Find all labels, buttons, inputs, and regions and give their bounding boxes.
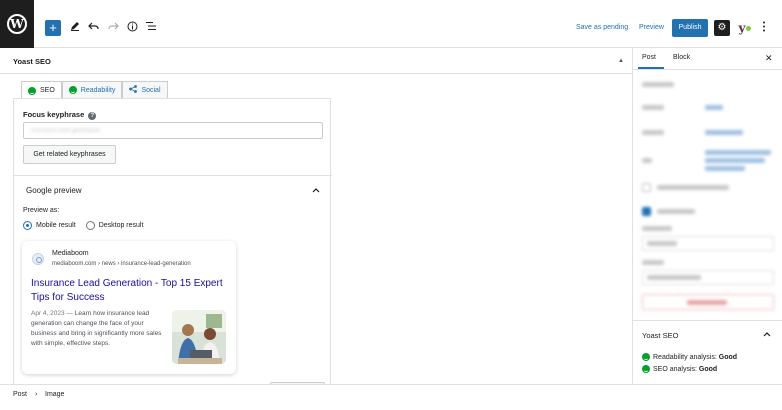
serp-url: mediaboom.com › news › insurance-lead-ge… (52, 261, 191, 267)
breadcrumb: Post › Image (0, 384, 782, 410)
focus-keyphrase-label: Focus keyphrase? (23, 110, 97, 120)
preview-mode-radios: Mobile result Desktop result (23, 221, 153, 230)
radio-mobile[interactable] (23, 221, 32, 230)
seo-tab-panel: Focus keyphrase? insurance lead generati… (13, 98, 332, 390)
close-icon[interactable]: ✕ (765, 53, 773, 64)
breadcrumb-item-image[interactable]: Image (45, 391, 64, 398)
tools-pencil-icon[interactable] (70, 19, 80, 33)
add-block-button[interactable]: + (45, 20, 61, 36)
analysis-value: Good (718, 353, 738, 361)
desktop-result-option[interactable]: Desktop result (85, 221, 144, 230)
google-preview-title[interactable]: Google preview (26, 186, 82, 195)
analysis-label: Readability analysis: (653, 353, 717, 361)
serp-date: Apr 4, 2023 (31, 310, 65, 317)
preview-link[interactable]: Preview (639, 24, 664, 31)
smile-icon (642, 353, 650, 361)
list-view-icon[interactable] (146, 19, 157, 33)
tab-readability[interactable]: Readability (61, 81, 123, 98)
active-tab-indicator (638, 67, 664, 69)
google-serp-preview[interactable]: Mediaboom mediaboom.com › news › insuran… (22, 241, 236, 374)
wordpress-icon: W (7, 14, 27, 34)
sidebar-yoast-panel: Yoast SEO Readability analysis: Good SEO… (633, 320, 782, 384)
radio-label: Mobile result (36, 222, 76, 229)
yoast-toolbar-button[interactable]: y (737, 20, 753, 36)
publish-button[interactable]: Publish (672, 19, 708, 37)
breadcrumb-separator: › (35, 391, 38, 398)
focus-keyphrase-text: Focus keyphrase (23, 110, 85, 119)
tab-seo[interactable]: SEO (21, 81, 62, 99)
tab-label: Social (141, 86, 161, 94)
share-icon (129, 85, 138, 95)
serp-description[interactable]: Apr 4, 2023 — Learn how insurance lead g… (31, 309, 169, 349)
smile-icon (28, 86, 36, 95)
focus-keyphrase-value: insurance lead generation (31, 127, 101, 134)
serp-thumbnail-image (172, 310, 226, 364)
divider (14, 175, 332, 176)
tab-label: SEO (40, 87, 55, 94)
serp-title[interactable]: Insurance Lead Generation - Top 15 Exper… (31, 277, 226, 305)
yoast-metabox-title: Yoast SEO (13, 57, 51, 66)
smile-icon (642, 365, 650, 373)
save-as-pending-link[interactable]: Save as pending (576, 24, 628, 31)
tab-social[interactable]: Social (122, 81, 168, 98)
sidebar-tabs: Post Block ✕ (633, 48, 782, 70)
analysis-label: SEO analysis: (653, 365, 697, 373)
serp-dash: — (66, 310, 73, 317)
chevron-up-icon[interactable] (763, 329, 771, 339)
radio-desktop[interactable] (85, 221, 95, 230)
yoast-tabs: SEO Readability Social (21, 81, 168, 99)
tab-post[interactable]: Post (642, 54, 656, 61)
settings-gear-icon[interactable]: ⚙ (714, 20, 730, 36)
more-options-icon[interactable] (762, 19, 766, 33)
yoast-logo-icon: y (738, 21, 746, 35)
help-icon[interactable]: ? (88, 112, 97, 120)
redo-icon[interactable] (108, 19, 119, 33)
mobile-result-option[interactable]: Mobile result (23, 221, 76, 230)
collapse-caret-icon[interactable]: ▲ (618, 58, 624, 64)
focus-keyphrase-input[interactable]: insurance lead generation (23, 122, 323, 139)
smile-icon (68, 86, 77, 94)
site-favicon-icon (32, 253, 44, 265)
radio-label: Desktop result (98, 222, 144, 229)
breadcrumb-item-post[interactable]: Post (13, 391, 27, 398)
undo-icon[interactable] (88, 19, 99, 33)
seo-analysis: SEO analysis: Good (642, 365, 717, 373)
tab-block[interactable]: Block (673, 54, 690, 61)
serp-site-name: Mediaboom (52, 250, 89, 257)
tab-label: Readability (80, 86, 116, 94)
readability-analysis: Readability analysis: Good (642, 353, 737, 361)
details-info-icon[interactable] (127, 19, 138, 33)
preview-as-label: Preview as: (23, 207, 60, 214)
chevron-up-icon[interactable] (312, 185, 320, 195)
editor-toolbar: W + Save as pending Preview Publish ⚙ y (0, 0, 782, 48)
status-dot-icon (746, 25, 752, 31)
sidebar-yoast-title[interactable]: Yoast SEO (642, 331, 678, 340)
wordpress-logo-button[interactable]: W (0, 0, 34, 48)
analysis-value: Good (698, 365, 718, 373)
yoast-metabox-header[interactable]: Yoast SEO ▲ (0, 48, 632, 74)
settings-sidebar: Post Block ✕ Yoast SEO Readability analy… (632, 48, 782, 384)
get-related-keyphrases-button[interactable]: Get related keyphrases (23, 145, 116, 164)
